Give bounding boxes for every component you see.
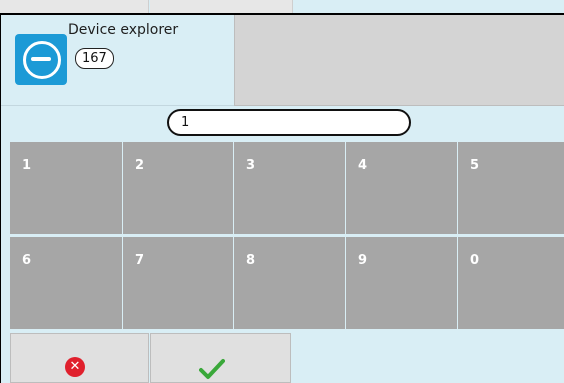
left-border	[0, 15, 1, 383]
top-strip-button-1[interactable]	[0, 0, 149, 13]
key-9[interactable]: 9	[346, 237, 457, 329]
key-7[interactable]: 7	[123, 237, 233, 329]
top-strip-button-2[interactable]	[150, 0, 293, 13]
key-3[interactable]: 3	[234, 142, 345, 234]
key-8[interactable]: 8	[234, 237, 345, 329]
key-4[interactable]: 4	[346, 142, 457, 234]
preview-panel	[234, 15, 564, 106]
key-5[interactable]: 5	[458, 142, 564, 234]
keypad-dialog: Device explorer 167 1 2 3 4 5 6 7 8 9 0 …	[0, 0, 564, 383]
bar-icon	[31, 57, 51, 61]
header-divider	[1, 105, 234, 106]
key-0[interactable]: 0	[458, 237, 564, 329]
count-badge: 167	[75, 48, 114, 69]
cancel-icon[interactable]: ✕	[65, 357, 85, 377]
key-6[interactable]: 6	[10, 237, 122, 329]
device-explorer-app-icon	[15, 34, 67, 85]
checkmark-icon[interactable]	[199, 358, 225, 380]
page-title: Device explorer	[68, 22, 179, 38]
number-input[interactable]	[167, 109, 411, 136]
top-toolbar-strip	[0, 0, 564, 13]
key-1[interactable]: 1	[10, 142, 122, 234]
key-2[interactable]: 2	[123, 142, 233, 234]
